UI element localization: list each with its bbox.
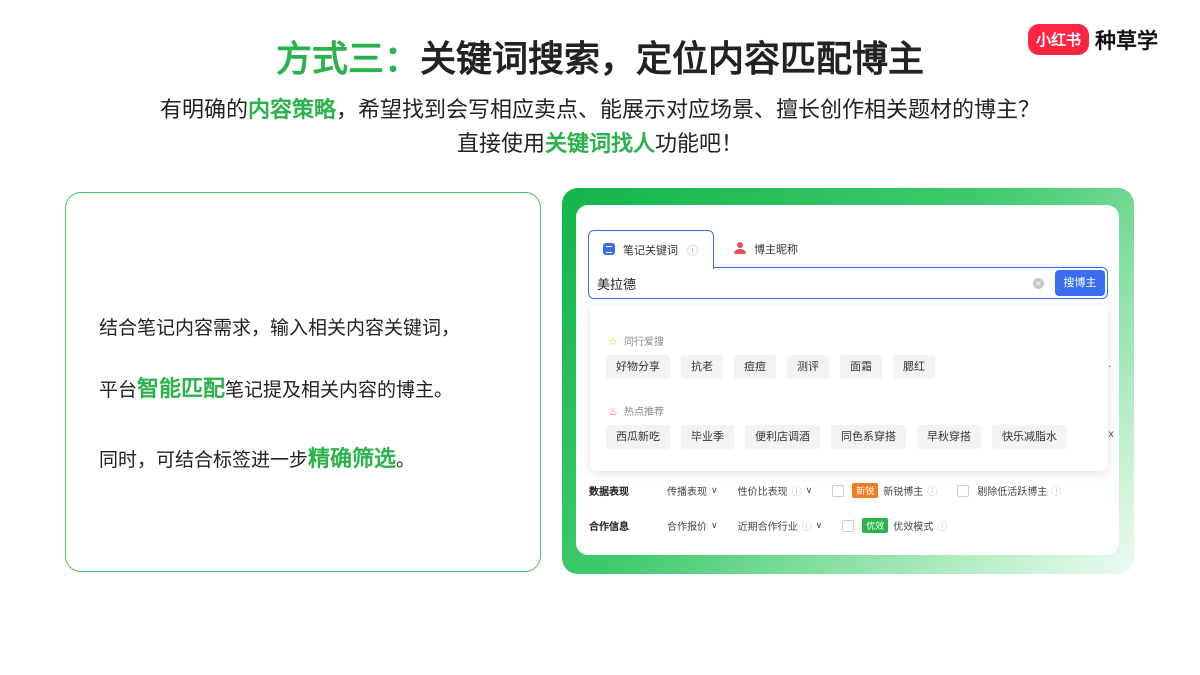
dropdown-label: 传播表现: [667, 487, 707, 498]
page-title: 方式三：关键词搜索，定位内容匹配博主: [0, 30, 1200, 82]
checkbox-label: 剔除低活跃博主: [977, 487, 1048, 498]
keyword-chip[interactable]: 测评: [787, 355, 829, 379]
dropdown-spread-performance[interactable]: 传播表现 ∨: [667, 483, 718, 499]
tab-note-keyword[interactable]: 笔记关键词 ⓘ: [588, 230, 714, 269]
filter-row-title: 数据表现: [589, 487, 629, 498]
filter-row-cooperation-info: 合作信息 合作报价 ∨ 近期合作行业 ⓘ ∨ 优效 优效模式 ⓘ: [589, 518, 967, 533]
user-icon: [734, 242, 746, 254]
description-line-1: 结合笔记内容需求，输入相关内容关键词，: [99, 317, 461, 339]
keyword-chip[interactable]: 抗老: [681, 355, 723, 379]
subtitle-highlight: 内容策略: [247, 98, 336, 123]
description-text: 平台: [99, 379, 138, 401]
peer-search-chips: 好物分享 抗老 痘痘 测评 面霜 腮红: [606, 355, 935, 379]
search-panel: 笔记关键词 ⓘ 博主昵称 × 搜博主 ☆ 同行爱搜 好物分享 抗老 痘痘 测评 面…: [576, 205, 1119, 555]
keyword-chip[interactable]: 好物分享: [606, 355, 670, 379]
description-text: 。: [396, 449, 416, 471]
note-icon: [603, 243, 615, 255]
subtitle-text: ，希望找到会写相应卖点、能展示对应场景、擅长创作相关题材的博主？: [336, 98, 1041, 123]
section-peer-searches: ☆ 同行爱搜: [608, 333, 664, 348]
keyword-chip[interactable]: 便利店调酒: [745, 425, 820, 449]
search-bar: × 搜博主: [588, 267, 1108, 299]
section-title: 热点推荐: [624, 407, 664, 418]
subtitle-highlight: 关键词找人: [544, 132, 655, 157]
section-hot-topics: ♨ 热点推荐: [608, 403, 664, 418]
info-icon: ⓘ: [937, 522, 948, 533]
chevron-down-icon: ∨: [711, 485, 718, 496]
chevron-down-icon: ∨: [711, 520, 718, 531]
checkbox-label: 优效模式: [893, 522, 934, 533]
info-icon: ⓘ: [791, 487, 802, 498]
subtitle-text: 功能吧！: [655, 132, 744, 157]
checkbox-new-blogger[interactable]: 新锐 新锐博主 ⓘ: [832, 483, 937, 498]
keyword-chip[interactable]: 毕业季: [681, 425, 734, 449]
info-icon: ⓘ: [1051, 487, 1062, 498]
info-icon: ⓘ: [687, 244, 698, 257]
clear-icon[interactable]: ×: [1033, 278, 1044, 289]
screenshot-frame: 笔记关键词 ⓘ 博主昵称 × 搜博主 ☆ 同行爱搜 好物分享 抗老 痘痘 测评 面…: [562, 188, 1134, 574]
subtitle-text: 有明确的: [159, 98, 248, 123]
suggestion-dropdown: ☆ 同行爱搜 好物分享 抗老 痘痘 测评 面霜 腮红 ♨ 热点推荐 西瓜新吃 毕业季…: [590, 305, 1108, 471]
new-tag-badge: 新锐: [852, 483, 879, 498]
chevron-down-icon: ∨: [815, 520, 823, 531]
brand-logo: 小红书 种草学: [1028, 24, 1158, 55]
description-text: 同时，可结合标签进一步: [99, 449, 309, 471]
title-main: 关键词搜索，定位内容匹配博主: [420, 39, 925, 80]
logo-text: 种草学: [1095, 28, 1159, 53]
tab-label: 博主昵称: [754, 243, 798, 256]
info-icon: ⓘ: [927, 487, 938, 498]
dropdown-label: 近期合作行业: [737, 522, 798, 533]
keyword-chip[interactable]: 痘痘: [734, 355, 776, 379]
edge-glyph: ·: [1108, 362, 1112, 373]
description-highlight: 精确筛选: [308, 447, 397, 472]
flame-icon: ♨: [608, 405, 618, 418]
subtitle-text: 直接使用: [456, 132, 545, 157]
checkbox-box: [842, 519, 855, 532]
checkbox-effective-mode[interactable]: 优效 优效模式 ⓘ: [842, 518, 947, 533]
keyword-chip[interactable]: 早秋穿搭: [917, 425, 981, 449]
chevron-down-icon: ∨: [805, 485, 813, 496]
xiaohongshu-logo: 小红书: [1028, 24, 1090, 55]
description-line-2: 平台智能匹配笔记提及相关内容的博主。: [99, 371, 453, 403]
search-input[interactable]: [597, 274, 997, 292]
dropdown-label: 性价比表现: [737, 487, 788, 498]
checkbox-box: [832, 484, 845, 497]
tab-label: 笔记关键词: [623, 244, 678, 257]
checkbox-exclude-inactive[interactable]: 剔除低活跃博主 ⓘ: [957, 483, 1061, 498]
subtitle-line-1: 有明确的内容策略，希望找到会写相应卖点、能展示对应场景、擅长创作相关题材的博主？: [0, 92, 1200, 124]
dropdown-quote[interactable]: 合作报价 ∨: [667, 518, 718, 534]
description-line-3: 同时，可结合标签进一步精确筛选。: [99, 441, 415, 473]
dropdown-cost-performance[interactable]: 性价比表现 ⓘ ∨: [737, 483, 813, 499]
description-text: 笔记提及相关内容的博主。: [225, 379, 454, 401]
dropdown-label: 合作报价: [667, 522, 707, 533]
keyword-chip[interactable]: 快乐减脂水: [992, 425, 1067, 449]
keyword-chip[interactable]: 面霜: [840, 355, 882, 379]
info-icon: ⓘ: [801, 522, 812, 533]
effective-tag-badge: 优效: [862, 518, 889, 533]
keyword-chip[interactable]: 西瓜新吃: [606, 425, 670, 449]
star-icon: ☆: [608, 335, 618, 348]
checkbox-box: [957, 484, 970, 497]
title-prefix: 方式三：: [275, 39, 420, 80]
filter-row-data-performance: 数据表现 传播表现 ∨ 性价比表现 ⓘ ∨ 新锐 新锐博主 ⓘ 剔除低活跃博主 ⓘ: [589, 483, 1081, 498]
hot-topic-chips: 西瓜新吃 毕业季 便利店调酒 同色系穿搭 早秋穿搭 快乐减脂水: [606, 425, 1067, 449]
subtitle-line-2: 直接使用关键词找人功能吧！: [0, 126, 1200, 158]
filter-row-title: 合作信息: [589, 522, 629, 533]
description-card: 结合笔记内容需求，输入相关内容关键词， 平台智能匹配笔记提及相关内容的博主。 同…: [65, 192, 541, 572]
edge-glyph: x: [1108, 429, 1114, 440]
checkbox-label: 新锐博主: [883, 487, 924, 498]
section-title: 同行爱搜: [624, 337, 664, 348]
description-highlight: 智能匹配: [137, 377, 226, 402]
search-blogger-button[interactable]: 搜博主: [1055, 270, 1105, 296]
keyword-chip[interactable]: 同色系穿搭: [831, 425, 906, 449]
keyword-chip[interactable]: 腮红: [893, 355, 935, 379]
dropdown-recent-industry[interactable]: 近期合作行业 ⓘ ∨: [737, 518, 823, 534]
